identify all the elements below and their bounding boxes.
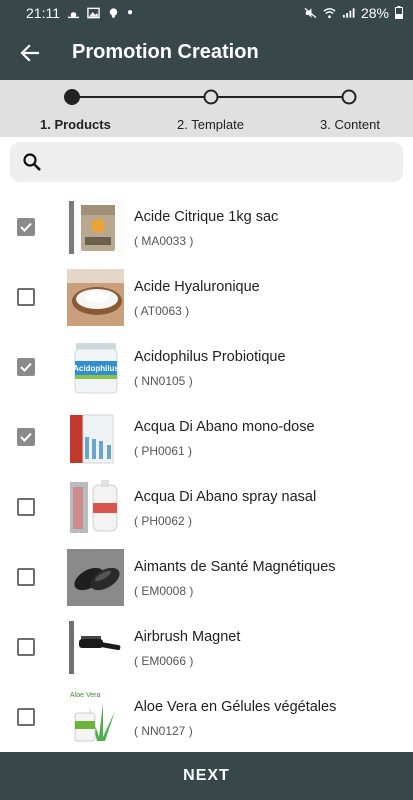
notification-dot-icon: ● xyxy=(127,7,134,18)
product-thumbnail xyxy=(67,269,124,326)
list-item[interactable]: Aloe Vera Aloe Vera en Gélules végétales… xyxy=(0,682,413,752)
product-checkbox[interactable] xyxy=(17,568,35,586)
back-button[interactable] xyxy=(0,25,60,80)
product-name: Airbrush Magnet xyxy=(134,629,241,645)
product-code: ( MA0033 ) xyxy=(134,234,194,248)
app-bar: Promotion Creation xyxy=(0,25,413,80)
product-checkbox[interactable] xyxy=(17,498,35,516)
step-2-indicator xyxy=(203,89,219,105)
step-3-indicator xyxy=(341,89,357,105)
step-products[interactable]: 1. Products xyxy=(40,117,111,132)
list-item[interactable]: Airbrush Magnet ( EM0066 ) xyxy=(0,612,413,682)
search-bar[interactable] xyxy=(10,142,403,182)
product-code: ( EM0066 ) xyxy=(134,654,194,668)
product-name: Acide Hyaluronique xyxy=(134,279,260,295)
list-item[interactable]: Aimants de Santé Magnétiques ( EM0008 ) xyxy=(0,542,413,612)
status-time: 21:11 xyxy=(26,4,60,21)
product-name: Acqua Di Abano spray nasal xyxy=(134,489,317,505)
arrow-back-icon xyxy=(20,43,40,62)
mute-icon xyxy=(304,7,317,18)
product-thumbnail: Aloe Vera xyxy=(67,689,124,746)
product-checkbox[interactable] xyxy=(17,218,35,236)
stepper: 1. Products 2. Template 3. Content xyxy=(0,80,413,137)
step-content[interactable]: 3. Content xyxy=(320,117,380,132)
next-button[interactable]: NEXT xyxy=(0,752,413,800)
battery-percent: 28% xyxy=(360,4,389,21)
product-checkbox[interactable] xyxy=(17,428,35,446)
signal-icon xyxy=(342,7,355,18)
product-name: Acide Citrique 1kg sac xyxy=(134,209,279,225)
lightbulb-icon xyxy=(109,7,118,18)
product-checkbox[interactable] xyxy=(17,708,35,726)
product-list: Acide Citrique 1kg sac ( MA0033 ) Acide … xyxy=(0,192,413,752)
search-input[interactable] xyxy=(52,153,382,171)
thumbnail-label: Aloe Vera xyxy=(70,692,100,699)
wifi-icon xyxy=(323,7,336,18)
gallery-icon xyxy=(87,7,100,18)
product-code: ( AT0063 ) xyxy=(134,304,190,318)
product-name: Acqua Di Abano mono-dose xyxy=(134,419,315,435)
product-code: ( PH0062 ) xyxy=(134,514,193,528)
search-icon xyxy=(23,153,41,171)
product-code: ( EM0008 ) xyxy=(134,584,194,598)
product-checkbox[interactable] xyxy=(17,638,35,656)
product-code: ( PH0061 ) xyxy=(134,444,193,458)
product-checkbox[interactable] xyxy=(17,288,35,306)
list-item[interactable]: Acqua Di Abano spray nasal ( PH0062 ) xyxy=(0,472,413,542)
status-bar: 21:11 ● 28% xyxy=(0,0,413,25)
product-thumbnail xyxy=(67,409,124,466)
list-item[interactable]: Acidophilus Acidophilus Probiotique ( NN… xyxy=(0,332,413,402)
stepper-track xyxy=(64,89,357,105)
product-name: Aimants de Santé Magnétiques xyxy=(134,559,336,575)
list-item[interactable]: Acqua Di Abano mono-dose ( PH0061 ) xyxy=(0,402,413,472)
product-code: ( NN0105 ) xyxy=(134,374,193,388)
page-title: Promotion Creation xyxy=(72,41,259,63)
next-button-label: NEXT xyxy=(183,767,230,784)
product-checkbox[interactable] xyxy=(17,358,35,376)
step-1-indicator xyxy=(64,89,80,105)
product-code: ( NN0127 ) xyxy=(134,724,193,738)
list-item[interactable]: Acide Hyaluronique ( AT0063 ) xyxy=(0,262,413,332)
step-template[interactable]: 2. Template xyxy=(177,117,244,132)
thumbnail-label: Acidophilus xyxy=(73,364,119,373)
product-name: Aloe Vera en Gélules végétales xyxy=(134,699,337,715)
product-name: Acidophilus Probiotique xyxy=(134,349,286,365)
battery-icon xyxy=(395,6,403,19)
product-thumbnail: Acidophilus xyxy=(67,339,124,396)
product-thumbnail xyxy=(67,549,124,606)
product-thumbnail xyxy=(67,199,124,256)
product-thumbnail xyxy=(67,619,124,676)
list-item[interactable]: Acide Citrique 1kg sac ( MA0033 ) xyxy=(0,192,413,262)
product-thumbnail xyxy=(67,479,124,536)
weather-icon xyxy=(67,11,80,18)
